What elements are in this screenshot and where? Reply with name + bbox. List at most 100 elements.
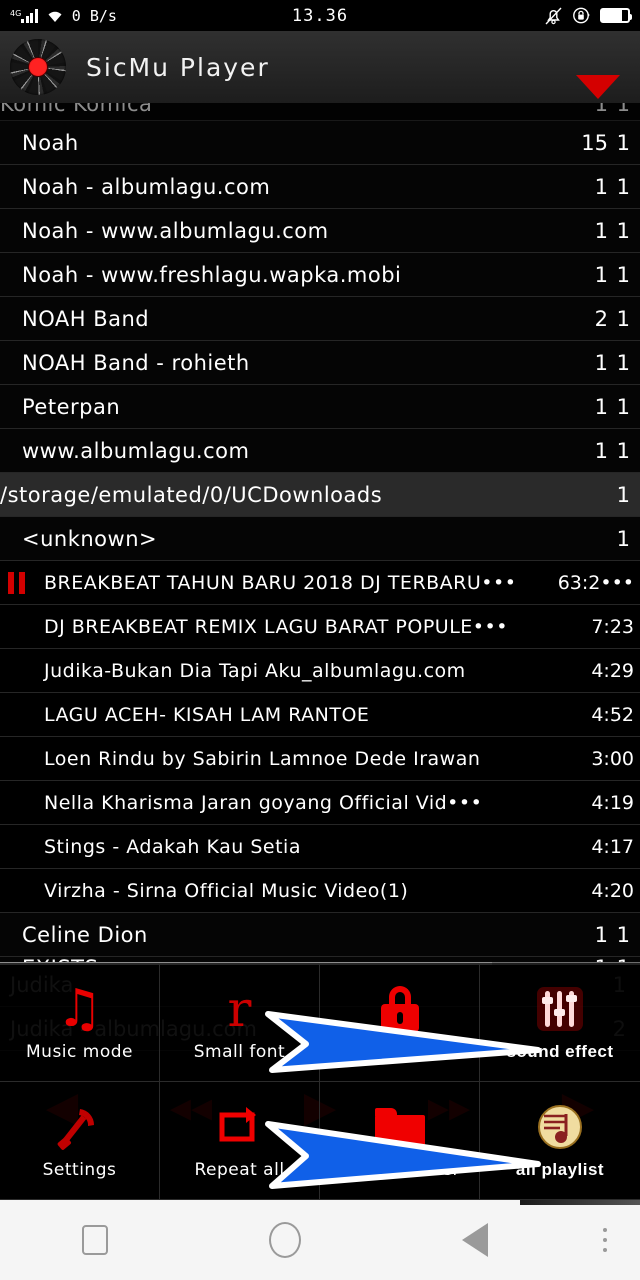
song-duration: 63:2••• [557, 571, 634, 594]
album-count: 1 [616, 526, 630, 551]
menu-item-all-playlist[interactable]: all playlist [480, 1082, 640, 1200]
recents-button[interactable] [0, 1225, 190, 1255]
caret-down-icon[interactable] [576, 75, 620, 99]
rotation-lock-icon [573, 7, 590, 24]
equalizer-icon [537, 986, 583, 1031]
menu-item-repeat-all[interactable]: Repeat all [160, 1081, 320, 1200]
list-item-clipped-top[interactable]: Komic Komica 1 1 [0, 103, 640, 121]
phone-screen: 4G 0 B/s 13.36 SicMu Player Komic Komica… [0, 0, 640, 1280]
nav-bar-edge [520, 1200, 640, 1205]
artist-count: 1 [594, 218, 608, 243]
song-duration: 7:23 [591, 615, 634, 638]
artist-label: NOAH Band [22, 306, 150, 331]
menu-item-settings[interactable]: Settings [0, 1081, 160, 1200]
table-row-unknown-album[interactable]: <unknown> 1 [0, 517, 640, 561]
three-dots-icon [603, 1228, 607, 1252]
song-duration: 4:19 [591, 791, 634, 814]
list-item-label: Komic Komica [0, 103, 153, 116]
table-row[interactable]: Noah 15 1 [0, 121, 640, 165]
app-title: SicMu Player [86, 52, 270, 82]
menu-item-label: Small font [193, 1041, 286, 1062]
artist-label: Celine Dion [22, 922, 148, 947]
song-row[interactable]: Nella Kharisma Jaran goyang Official Vid… [0, 781, 640, 825]
song-duration: 4:52 [591, 703, 634, 726]
list-item-count: 1 [594, 103, 608, 116]
playlist-icon [538, 1105, 582, 1150]
song-row[interactable]: LAGU ACEH- KISAH LAM RANTOE 4:52 [0, 693, 640, 737]
album-label: <unknown> [22, 526, 158, 551]
table-row[interactable]: Noah - www.albumlagu.com 1 1 [0, 209, 640, 253]
lock-icon [380, 985, 419, 1032]
song-row[interactable]: Judika-Bukan Dia Tapi Aku_albumlagu.com … [0, 649, 640, 693]
table-row[interactable]: Celine Dion 1 1 [0, 913, 640, 957]
menu-item-label: Music mode [26, 1041, 133, 1062]
song-title: DJ BREAKBEAT REMIX LAGU BARAT POPULE••• [44, 615, 508, 638]
song-duration: 4:20 [591, 879, 634, 902]
repeat-icon [219, 1107, 256, 1142]
song-title: BREAKBEAT TAHUN BARU 2018 DJ TERBARU••• [44, 571, 517, 594]
menu-item-sound-effect[interactable]: sound effect [480, 963, 640, 1082]
song-row[interactable]: Loen Rindu by Sabirin Lamnoe Dede Irawan… [0, 737, 640, 781]
song-duration: 3:00 [591, 747, 634, 770]
menu-item-music-mode[interactable]: ♫ Music mode [0, 963, 160, 1082]
song-title: LAGU ACEH- KISAH LAM RANTOE [44, 703, 370, 726]
table-row[interactable]: www.albumlagu.com 1 1 [0, 429, 640, 473]
table-row[interactable]: Noah - albumlagu.com 1 1 [0, 165, 640, 209]
status-bar: 4G 0 B/s 13.36 [0, 0, 640, 31]
artist-count2: 1 [616, 218, 630, 243]
menu-item-locked[interactable]: Locked [320, 963, 480, 1082]
menu-item-label: sound effect [506, 1041, 614, 1061]
folder-icon [374, 1108, 425, 1147]
artist-label: Peterpan [22, 394, 121, 419]
square-icon [82, 1225, 108, 1255]
artist-count: 1 [594, 262, 608, 287]
artist-count2: 1 [616, 306, 630, 331]
music-note-icon: ♫ [56, 978, 103, 1039]
song-title: Virzha - Sirna Official Music Video(1) [44, 879, 409, 902]
artist-count2: 1 [616, 262, 630, 287]
circle-icon [269, 1222, 301, 1258]
artist-label: www.albumlagu.com [22, 438, 250, 463]
artist-label: Noah - albumlagu.com [22, 174, 271, 199]
menu-item-sort-by-folder[interactable]: sort by folder [320, 1081, 480, 1200]
table-row[interactable]: Peterpan 1 1 [0, 385, 640, 429]
song-duration: 4:17 [591, 835, 634, 858]
list-item-count2: 1 [616, 103, 630, 116]
song-row[interactable]: DJ BREAKBEAT REMIX LAGU BARAT POPULE••• … [0, 605, 640, 649]
artist-count: 15 [581, 130, 608, 155]
song-duration: 4:29 [591, 659, 634, 682]
artist-count2: 1 [616, 922, 630, 947]
artist-count2: 1 [616, 174, 630, 199]
android-navigation-bar [0, 1200, 640, 1280]
menu-item-label: sort by folder [339, 1160, 460, 1181]
folder-path-header[interactable]: /storage/emulated/0/UCDownloads 1 [0, 473, 640, 517]
artist-count2: 1 [616, 350, 630, 375]
table-row[interactable]: Noah - www.freshlagu.wapka.mobi 1 1 [0, 253, 640, 297]
artist-count: 1 [594, 438, 608, 463]
artist-count: 1 [594, 350, 608, 375]
menu-item-small-font[interactable]: r Small font [160, 963, 320, 1082]
song-row-now-playing[interactable]: BREAKBEAT TAHUN BARU 2018 DJ TERBARU••• … [0, 561, 640, 605]
song-title: Judika-Bukan Dia Tapi Aku_albumlagu.com [44, 659, 466, 682]
back-button[interactable] [380, 1223, 570, 1257]
song-row[interactable]: Virzha - Sirna Official Music Video(1) 4… [0, 869, 640, 913]
menu-item-label: Locked [368, 1041, 431, 1062]
bell-muted-icon [545, 7, 562, 24]
status-bar-right [544, 6, 632, 26]
library-list[interactable]: Komic Komica 1 1 Noah 15 1 Noah - albuml… [0, 103, 640, 963]
song-row[interactable]: Stings - Adakah Kau Setia 4:17 [0, 825, 640, 869]
table-row[interactable]: NOAH Band - rohieth 1 1 [0, 341, 640, 385]
artist-label: Noah [22, 130, 79, 155]
vinyl-disc-icon [10, 39, 66, 95]
menu-item-label: all playlist [515, 1160, 605, 1180]
pause-icon[interactable] [8, 572, 28, 594]
menu-item-label: Repeat all [194, 1160, 285, 1181]
menu-item-label: Settings [42, 1160, 117, 1181]
home-button[interactable] [190, 1222, 380, 1258]
artist-count: 2 [594, 306, 608, 331]
song-title: Loen Rindu by Sabirin Lamnoe Dede Irawan [44, 747, 481, 770]
artist-count: 1 [594, 394, 608, 419]
artist-label: Noah - www.freshlagu.wapka.mobi [22, 262, 402, 287]
menu-button[interactable] [570, 1228, 640, 1252]
table-row[interactable]: NOAH Band 2 1 [0, 297, 640, 341]
